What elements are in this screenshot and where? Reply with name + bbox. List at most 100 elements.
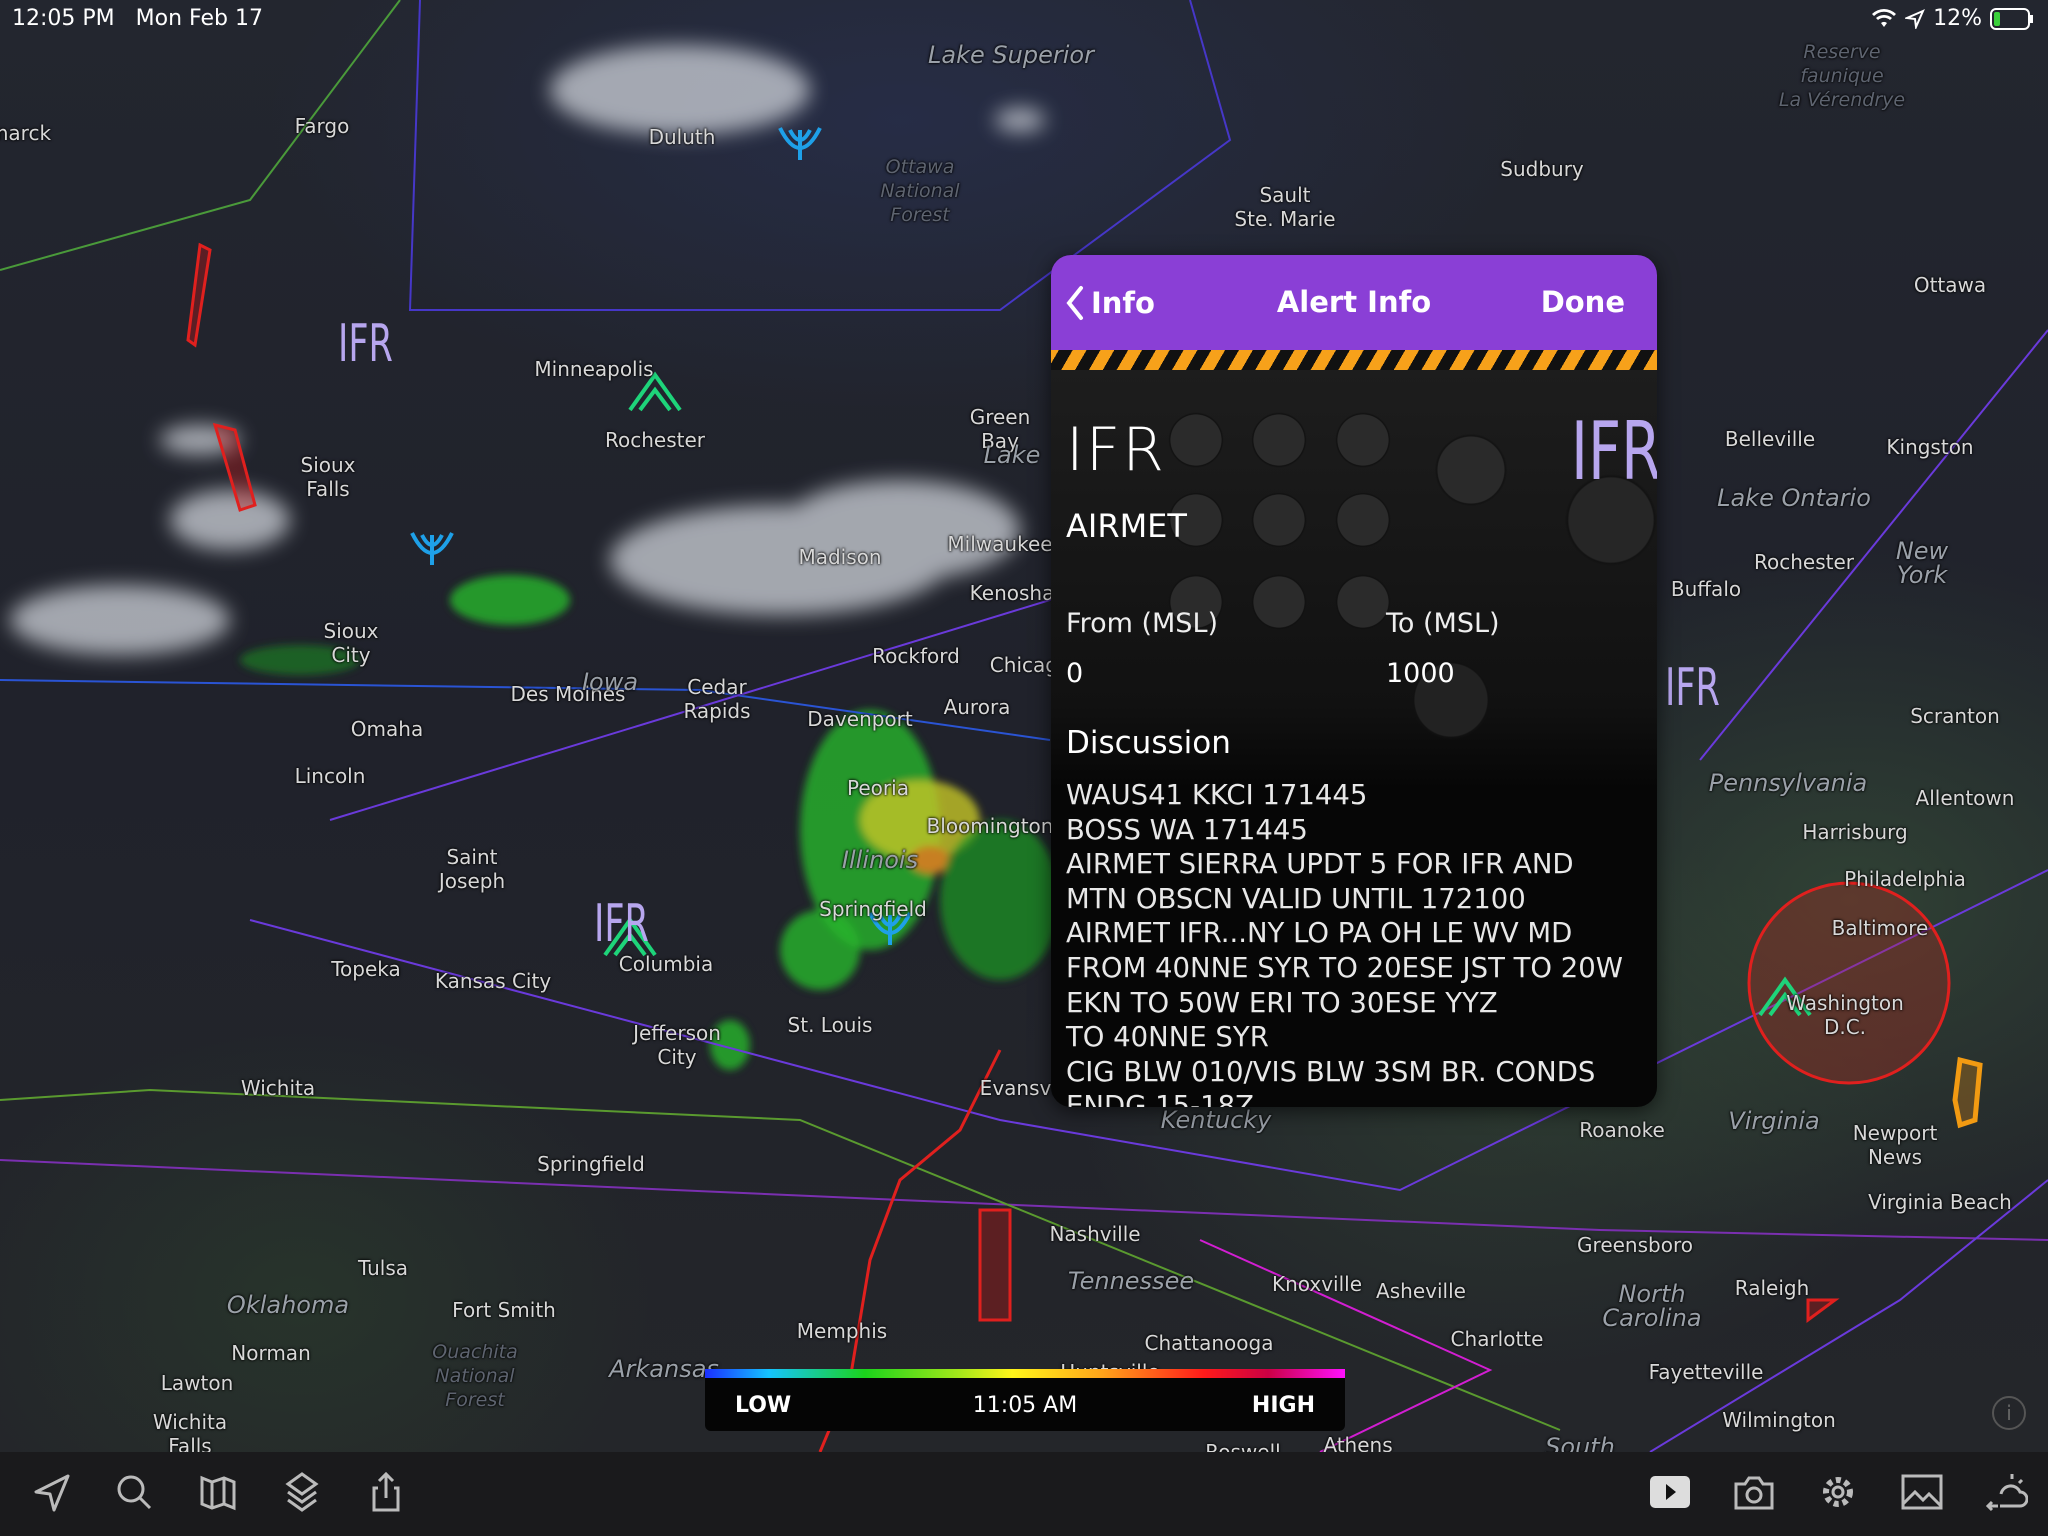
- city-label: Newport News: [1852, 1121, 1938, 1169]
- city-label: Washington D.C.: [1786, 991, 1904, 1039]
- city-label: Roswell: [1205, 1440, 1281, 1452]
- region-label: Lake: [983, 441, 1041, 469]
- city-label: Lincoln: [294, 764, 366, 788]
- city-label: Chattanooga: [1144, 1331, 1274, 1355]
- battery-percent: 12%: [1933, 6, 1982, 31]
- ifr-map-label[interactable]: IFR: [338, 314, 393, 374]
- region-label: New York: [1895, 537, 1949, 589]
- hazard-stripe: [1051, 350, 1657, 370]
- city-label: Columbia: [618, 952, 714, 976]
- city-label: Norman: [231, 1341, 311, 1365]
- park-label: Ottawa National Forest: [880, 156, 960, 226]
- to-value: 1000: [1386, 658, 1455, 689]
- search-icon[interactable]: [112, 1470, 156, 1514]
- region-label: Kentucky: [1160, 1106, 1272, 1134]
- city-label: Sioux City: [323, 619, 379, 667]
- battery-icon: [1990, 7, 2033, 30]
- city-label: Topeka: [331, 957, 401, 981]
- region-label: Illinois: [841, 846, 919, 874]
- city-label: Minneapolis: [534, 357, 654, 381]
- city-label: Davenport: [807, 707, 913, 731]
- location-arrow-icon[interactable]: [30, 1470, 74, 1514]
- ifr-map-label[interactable]: IFR: [594, 894, 649, 954]
- city-label: Fargo: [294, 114, 350, 138]
- city-label: Ottawa: [1913, 273, 1987, 297]
- city-label: Rochester: [1754, 550, 1854, 574]
- city-label: Rockford: [872, 644, 960, 668]
- city-label: Baltimore: [1831, 916, 1929, 940]
- city-label: Athens: [1323, 1433, 1393, 1452]
- city-label: Charlotte: [1450, 1327, 1544, 1351]
- city-label: Wilmington: [1722, 1408, 1836, 1432]
- ifr-map-label: IFR: [1571, 405, 1657, 498]
- park-label: Ouachita National Forest: [432, 1341, 518, 1411]
- region-label: South: [1545, 1433, 1615, 1452]
- city-label: Jefferson City: [633, 1021, 721, 1069]
- city-label: Scranton: [1910, 704, 2000, 728]
- region-label: Lake Ontario: [1717, 484, 1871, 512]
- popup-header: Info Alert Info Done: [1051, 255, 1657, 350]
- city-label: Buffalo: [1670, 577, 1742, 601]
- city-label: Sudbury: [1500, 157, 1584, 181]
- park-label: Reserve faunique La Vérendrye: [1778, 41, 1906, 111]
- from-value: 0: [1066, 658, 1084, 689]
- city-label: Sioux Falls: [300, 453, 356, 501]
- city-label: Sault Ste. Marie: [1234, 183, 1336, 231]
- discussion-text[interactable]: WAUS41 KKCI 171445 BOSS WA 171445 AIRMET…: [1066, 778, 1623, 1107]
- image-icon[interactable]: [1900, 1470, 1944, 1514]
- city-label: Nashville: [1049, 1222, 1141, 1246]
- city-label: Knoxville: [1271, 1272, 1363, 1296]
- legend-high: HIGH: [1251, 1393, 1315, 1418]
- city-label: Fayetteville: [1648, 1360, 1764, 1384]
- city-label: Springfield: [819, 897, 927, 921]
- advisory-type: AIRMET: [1066, 507, 1187, 545]
- city-label: Omaha: [350, 717, 424, 741]
- status-time: 12:05 PM: [12, 6, 115, 31]
- city-label: marck: [0, 121, 52, 145]
- city-label: Cedar Rapids: [683, 675, 751, 723]
- region-label: Tennessee: [1067, 1267, 1195, 1295]
- region-label: Arkansas: [609, 1355, 719, 1383]
- region-label: Oklahoma: [226, 1291, 350, 1319]
- city-label: Fort Smith: [452, 1298, 556, 1322]
- alert-info-popup: IFR Info Alert Info Done IFR AIRMET From…: [1051, 255, 1657, 1107]
- info-icon[interactable]: i: [1992, 1396, 2026, 1430]
- share-icon[interactable]: [364, 1470, 408, 1514]
- region-label: Pennsylvania: [1708, 769, 1868, 797]
- cloud-cover: [10, 45, 1045, 655]
- intensity-color-scale: [705, 1369, 1345, 1378]
- city-label: Milwaukee: [947, 532, 1053, 556]
- weather-map[interactable]: marck Fargo Duluth Sudbury Sault Ste. Marie O…: [0, 0, 2048, 1452]
- city-label: Greensboro: [1577, 1233, 1693, 1257]
- ifr-map-label[interactable]: IFR: [1665, 658, 1720, 718]
- city-label: Kansas City: [434, 969, 552, 993]
- hazard-type: IFR: [1066, 415, 1166, 485]
- camera-icon[interactable]: [1732, 1470, 1776, 1514]
- done-button[interactable]: Done: [1541, 285, 1625, 319]
- city-label: Raleigh: [1734, 1276, 1810, 1300]
- city-label: Tulsa: [357, 1256, 409, 1280]
- layers-icon[interactable]: [280, 1470, 324, 1514]
- city-label: St. Louis: [787, 1013, 873, 1037]
- map-icon[interactable]: [196, 1470, 240, 1514]
- weather-icon[interactable]: [1984, 1470, 2029, 1514]
- city-label: Memphis: [796, 1319, 888, 1343]
- play-icon[interactable]: [1648, 1470, 1692, 1514]
- map-overlays: [0, 0, 2048, 1452]
- city-label: Asheville: [1376, 1279, 1466, 1303]
- city-label: Madison: [798, 545, 882, 569]
- radar-legend[interactable]: LOW 11:05 AM HIGH: [705, 1369, 1345, 1431]
- city-label: Kingston: [1886, 435, 1974, 459]
- settings-icon[interactable]: [1816, 1470, 1860, 1514]
- region-label: Virginia: [1728, 1107, 1820, 1135]
- city-label: Harrisburg: [1802, 820, 1908, 844]
- city-label: Lawton: [160, 1371, 234, 1395]
- city-label: Rochester: [605, 428, 705, 452]
- city-label: Virginia Beach: [1868, 1190, 2012, 1214]
- city-label: Peoria: [847, 776, 909, 800]
- from-label: From (MSL): [1066, 608, 1219, 639]
- city-label: Aurora: [943, 695, 1011, 719]
- city-label: Wichita: [240, 1076, 316, 1100]
- city-label: Allentown: [1915, 786, 2015, 810]
- discussion-heading: Discussion: [1066, 725, 1231, 761]
